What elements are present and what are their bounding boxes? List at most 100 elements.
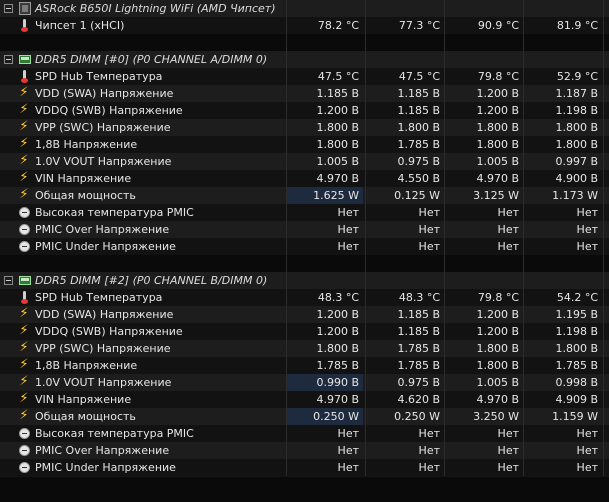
column-separator — [603, 102, 604, 119]
column-separator — [444, 102, 445, 119]
min-value: 1.800 В — [397, 121, 440, 134]
column-separator — [286, 238, 287, 255]
average-value: 1.800 В — [555, 342, 598, 355]
sensor-label: Высокая температура PMIC — [35, 206, 194, 219]
column-separator — [523, 442, 524, 459]
sensor-row[interactable]: Чипсет 1 (xHCI) 78.2 °C 77.3 °C 90.9 °C 81.9… — [0, 17, 609, 35]
column-separator — [523, 204, 524, 221]
column-separator — [365, 442, 366, 459]
column-separator — [603, 34, 604, 51]
average-value: 1.198 В — [555, 104, 598, 117]
min-value: 0.125 W — [394, 189, 440, 202]
sensor-row[interactable]: PMIC Over Напряжение Нет Нет Нет Нет — [0, 221, 609, 239]
group-spacer — [0, 34, 609, 51]
min-value: 1.185 В — [397, 325, 440, 338]
current-value: 1.800 В — [316, 342, 359, 355]
column-separator — [286, 459, 287, 476]
current-value: Нет — [337, 461, 359, 474]
average-value: 1.187 В — [555, 87, 598, 100]
sensor-row[interactable]: ⚡ VPP (SWC) Напряжение 1.800 В 1.800 В 1.800… — [0, 119, 609, 137]
current-value: 47.5 °C — [317, 70, 359, 83]
sensor-row[interactable]: ⚡ VIN Напряжение 4.970 В 4.550 В 4.970 В 4.90… — [0, 170, 609, 188]
max-value: 1.005 В — [476, 155, 519, 168]
sensor-row[interactable]: ⚡ VDDQ (SWB) Напряжение 1.200 В 1.185 В 1.20… — [0, 102, 609, 120]
current-value: 0.990 В — [287, 374, 363, 391]
voltage-icon: ⚡ — [19, 170, 29, 185]
column-separator — [286, 68, 287, 85]
sensor-row[interactable]: PMIC Under Напряжение Нет Нет Нет Нет — [0, 238, 609, 256]
column-separator — [444, 408, 445, 425]
voltage-icon: ⚡ — [19, 340, 29, 355]
group-header[interactable]: DDR5 DIMM [#0] (P0 CHANNEL A/DIMM 0) — [0, 51, 609, 69]
column-separator — [444, 34, 445, 51]
sensor-row[interactable]: ⚡ Общая мощность 1.625 W 0.125 W 3.125 W 1.17… — [0, 187, 609, 205]
max-value: 1.800 В — [476, 342, 519, 355]
indicator-icon — [19, 224, 30, 235]
column-separator — [365, 0, 366, 17]
sensor-row[interactable]: ⚡ VPP (SWC) Напряжение 1.800 В 1.785 В 1.800… — [0, 340, 609, 358]
voltage-icon: ⚡ — [19, 136, 29, 151]
sensor-row[interactable]: PMIC Over Напряжение Нет Нет Нет Нет — [0, 442, 609, 460]
column-separator — [365, 255, 366, 272]
sensor-row[interactable]: ⚡ VDD (SWA) Напряжение 1.185 В 1.185 В 1.200… — [0, 85, 609, 103]
current-value: Нет — [337, 223, 359, 236]
sensor-row[interactable]: ⚡ 1.0V VOUT Напряжение 1.005 В 0.975 В 1.005… — [0, 153, 609, 171]
column-separator — [523, 153, 524, 170]
current-value: 78.2 °C — [317, 19, 359, 32]
column-separator — [365, 204, 366, 221]
group-title: DDR5 DIMM [#0] (P0 CHANNEL A/DIMM 0) — [35, 53, 268, 66]
column-separator — [286, 255, 287, 272]
column-separator — [603, 0, 604, 17]
indicator-icon — [19, 241, 30, 252]
average-value: 1.173 W — [552, 189, 598, 202]
sensor-row[interactable]: Высокая температура PMIC Нет Нет Нет Нет — [0, 204, 609, 222]
column-separator — [523, 357, 524, 374]
voltage-icon: ⚡ — [19, 374, 29, 389]
current-value: 1.785 В — [316, 359, 359, 372]
power-icon: ⚡ — [19, 187, 29, 202]
max-value: 1.200 В — [476, 325, 519, 338]
max-value: 4.970 В — [476, 393, 519, 406]
column-separator — [603, 136, 604, 153]
sensor-row[interactable]: SPD Hub Температура 48.3 °C 48.3 °C 79.8 °C… — [0, 289, 609, 307]
collapse-toggle-icon[interactable] — [4, 4, 13, 13]
column-separator — [365, 408, 366, 425]
column-separator — [523, 51, 524, 68]
average-value: Нет — [576, 223, 598, 236]
sensor-row[interactable]: ⚡ VIN Напряжение 4.970 В 4.620 В 4.970 В 4.90… — [0, 391, 609, 409]
column-separator — [365, 357, 366, 374]
column-separator — [444, 340, 445, 357]
sensor-label: PMIC Over Напряжение — [35, 444, 170, 457]
sensor-row[interactable]: ⚡ VDD (SWA) Напряжение 1.200 В 1.185 В 1.200… — [0, 306, 609, 324]
sensor-row[interactable]: PMIC Under Напряжение Нет Нет Нет Нет — [0, 459, 609, 477]
column-separator — [444, 357, 445, 374]
column-separator — [365, 425, 366, 442]
sensor-row[interactable]: ⚡ Общая мощность 0.250 W 0.250 W 3.250 W 1.15… — [0, 408, 609, 426]
group-header[interactable]: DDR5 DIMM [#2] (P0 CHANNEL B/DIMM 0) — [0, 272, 609, 290]
group-title: ASRock B650I Lightning WiFi (AMD Чипсет) — [35, 2, 276, 15]
sensor-row[interactable]: ⚡ 1.0V VOUT Напряжение 0.990 В 0.975 В 1.005… — [0, 374, 609, 392]
column-separator — [286, 170, 287, 187]
column-separator — [444, 68, 445, 85]
average-value: 1.800 В — [555, 138, 598, 151]
sensor-label: VIN Напряжение — [35, 172, 132, 185]
current-value: 1.200 В — [316, 308, 359, 321]
average-value: Нет — [576, 427, 598, 440]
sensor-row[interactable]: SPD Hub Температура 47.5 °C 47.5 °C 79.8 °C… — [0, 68, 609, 86]
column-separator — [365, 221, 366, 238]
sensor-row[interactable]: Высокая температура PMIC Нет Нет Нет Нет — [0, 425, 609, 443]
group-header[interactable]: ASRock B650I Lightning WiFi (AMD Чипсет) — [0, 0, 609, 18]
sensor-label: VDD (SWA) Напряжение — [35, 308, 174, 321]
column-separator — [286, 306, 287, 323]
sensor-row[interactable]: ⚡ VDDQ (SWB) Напряжение 1.200 В 1.185 В 1.20… — [0, 323, 609, 341]
column-separator — [286, 51, 287, 68]
column-separator — [603, 238, 604, 255]
sensor-row[interactable]: ⚡ 1,8В Напряжение 1.785 В 1.785 В 1.800 В 1.7… — [0, 357, 609, 375]
column-separator — [603, 68, 604, 85]
max-value: 1.200 В — [476, 104, 519, 117]
sensor-row[interactable]: ⚡ 1,8В Напряжение 1.800 В 1.785 В 1.800 В 1.8… — [0, 136, 609, 154]
voltage-icon: ⚡ — [19, 102, 29, 117]
collapse-toggle-icon[interactable] — [4, 276, 13, 285]
collapse-toggle-icon[interactable] — [4, 55, 13, 64]
min-value: 0.250 W — [394, 410, 440, 423]
